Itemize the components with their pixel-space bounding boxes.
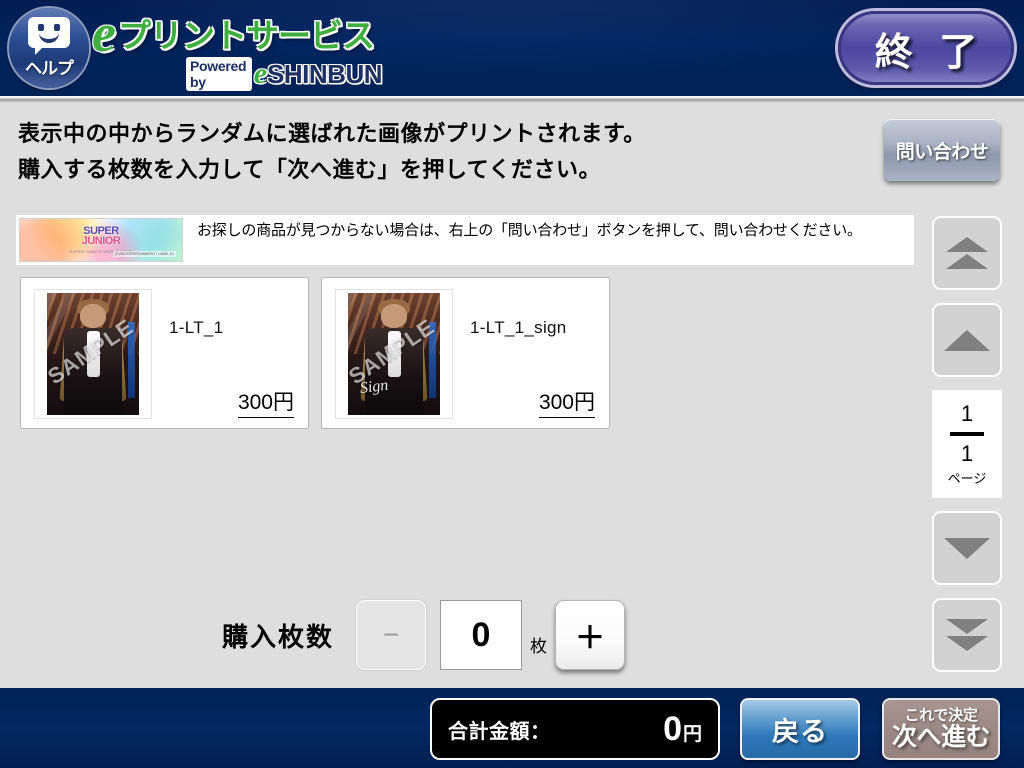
next-button[interactable]: これで決定 次へ進む [882,698,1000,760]
brand-powered-text: Powered by [186,57,252,91]
app-header: ヘルプ e プリントサービス Powered by e SHINBUN 終 了 [0,0,1024,96]
chevron-up-icon [944,329,990,351]
total-price-value: 0円 [663,710,702,749]
first-page-button[interactable] [932,216,1002,290]
total-price-amount: 0 [663,709,683,748]
product-card[interactable]: SAMPLE 1-LT_1 300円 [20,277,309,429]
smiley-mouth [39,33,59,43]
instruction-text: 表示中の中からランダムに選ばれた画像がプリントされます。 購入する枚数を入力して… [18,116,858,188]
smiley-eye-left [38,24,44,31]
help-button[interactable]: ヘルプ [9,8,89,88]
notice-bar: SUPER JUNIOR SUPER JUNIOR WORLD TOUR (C)… [16,215,914,265]
inquiry-button[interactable]: 問い合わせ [884,119,1000,181]
product-thumbnail: SAMPLE [34,289,152,419]
notice-message: お探しの商品が見つからない場合は、右上の「問い合わせ」ボタンを押して、問い合わせ… [197,222,862,239]
brand-line-secondary: Powered by e SHINBUN [186,57,382,91]
brand-service-text: プリントサービス [117,17,375,54]
kiosk-screen: ヘルプ e プリントサービス Powered by e SHINBUN 終 了 … [0,0,1024,768]
next-button-sublabel: これで決定 [904,706,978,724]
fraction-bar [950,432,984,436]
brand-shinbun-text: SHINBUN [267,58,382,89]
page-indicator: 1 1 ページ [932,390,1002,498]
header-divider [0,96,1024,103]
current-page-number: 1 [960,401,974,426]
total-page-number: 1 [960,441,974,466]
smiley-eye-right [54,24,60,31]
product-name: 1-LT_1 [169,318,224,337]
banner-title-bottom: JUNIOR [81,235,121,247]
plus-icon: ＋ [575,622,606,655]
chevron-down-icon [944,537,990,559]
double-chevron-up-icon [946,237,988,252]
banner-caption: (C)SM ENTERTAINMENT / LABEL SJ [112,251,176,257]
quantity-value: 0 [440,600,523,670]
quantity-selector: 購入枚数 − 0 枚 ＋ [222,600,626,670]
prev-page-button[interactable] [932,303,1002,377]
quantity-decrement-button[interactable]: − [356,600,427,670]
quantity-increment-button[interactable]: ＋ [555,600,626,670]
minus-icon: − [382,619,400,650]
double-chevron-up-icon [946,254,988,269]
brand-logo: e プリントサービス Powered by e SHINBUN [92,3,382,91]
inquiry-button-label: 問い合わせ [895,141,989,163]
back-button[interactable]: 戻る [740,698,860,760]
pagination-controls: 1 1 ページ [932,216,1002,685]
event-banner-thumbnail: SUPER JUNIOR SUPER JUNIOR WORLD TOUR (C)… [19,218,183,262]
product-thumbnail: Sign SAMPLE [335,289,453,419]
double-chevron-down-icon [946,619,988,634]
page-unit-label: ページ [947,471,987,486]
back-button-label: 戻る [772,716,828,747]
total-price-label: 合計金額： [448,720,551,743]
instruction-line-1: 表示中の中からランダムに選ばれた画像がプリントされます。 [18,121,646,146]
brand-line-primary: e プリントサービス [92,3,375,63]
quantity-label: 購入枚数 [222,621,335,652]
brand-e-glyph: e [92,3,116,63]
next-page-button[interactable] [932,511,1002,585]
help-button-label: ヘルプ [25,59,74,78]
speech-bubble-smiley-icon [28,17,70,55]
exit-button-label: 終 了 [874,31,986,74]
last-page-button[interactable] [932,598,1002,672]
instruction-line-2: 購入する枚数を入力して「次へ進む」を押してください。 [18,157,602,182]
product-name: 1-LT_1_sign [470,318,567,337]
product-price: 300円 [237,386,294,418]
exit-button[interactable]: 終 了 [838,11,1014,85]
total-price-currency: 円 [682,723,702,745]
quantity-unit-label: 枚 [530,636,548,656]
brand-e-glyph-secondary: e [253,57,268,90]
total-price-panel: 合計金額： 0円 [430,698,720,760]
product-card[interactable]: Sign SAMPLE 1-LT_1_sign 300円 [321,277,610,429]
next-button-label: 次へ進む [891,722,991,751]
double-chevron-down-icon [946,636,988,651]
product-price: 300円 [538,386,595,418]
